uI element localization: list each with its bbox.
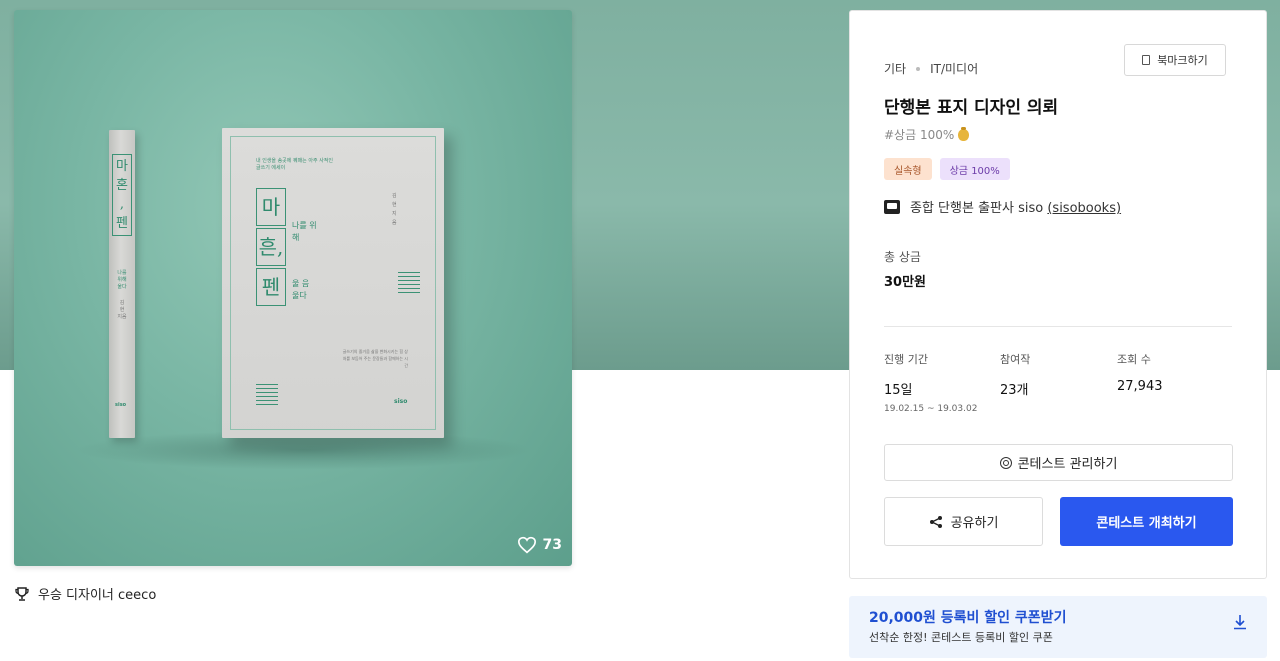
host-avatar-icon xyxy=(884,199,900,214)
hashtag-text: #상금 100% xyxy=(884,128,955,142)
contest-info-panel: 기타 IT/미디어 북마크하기 단행본 표지 디자인 의뢰 #상금 100% 실… xyxy=(849,10,1267,579)
bookmark-label: 북마크하기 xyxy=(1157,54,1208,67)
bookmark-button[interactable]: 북마크하기 xyxy=(1124,44,1226,76)
total-prize-label: 총 상금 xyxy=(884,250,921,264)
download-icon[interactable] xyxy=(1233,614,1247,630)
share-icon xyxy=(929,515,942,528)
divider xyxy=(884,326,1232,327)
host-name: 종합 단행본 출판사 siso xyxy=(910,201,1044,216)
cover-lines-decoration xyxy=(398,272,420,296)
manage-contest-label: 콘테스트 관리하기 xyxy=(1017,457,1118,472)
cover-title-line1: 마 xyxy=(256,188,286,226)
gear-icon xyxy=(999,456,1012,469)
host-info: 종합 단행본 출판사 siso (sisobooks) xyxy=(884,197,1121,216)
breadcrumb-separator xyxy=(916,66,921,71)
coupon-subtitle: 선착순 한정! 콘테스트 등록비 할인 쿠폰 xyxy=(869,631,1053,644)
spine-title: 마 혼 , 펜 xyxy=(112,154,132,236)
stat-entries: 참여작 23개 xyxy=(1000,351,1030,398)
cover-logo: siso xyxy=(394,398,408,405)
winner-text: 우승 디자이너 ceeco xyxy=(38,588,157,603)
cover-title: 마 흔, 펜 xyxy=(256,188,286,308)
share-button[interactable]: 공유하기 xyxy=(884,497,1043,546)
period-value: 15일 xyxy=(884,383,913,398)
contest-title: 단행본 표지 디자인 의뢰 xyxy=(884,98,1059,118)
tag-prize-guarantee: 상금 100% xyxy=(939,158,1010,180)
cover-title-line3: 펜 xyxy=(256,268,286,306)
cover-blurb: 글쓰기의 즐거움 삶을 변화시키는 힘 상처를 보듬어 주는 문장들과 함께하는… xyxy=(342,349,408,368)
host-handle-link[interactable]: (sisobooks) xyxy=(1047,201,1121,216)
spine-logo: siso xyxy=(115,402,127,408)
entries-value: 23개 xyxy=(1000,383,1029,398)
manage-contest-button[interactable]: 콘테스트 관리하기 xyxy=(884,444,1233,481)
cover-author: 김 현 지음 xyxy=(392,193,397,226)
contest-tags: 실속형 상금 100% xyxy=(884,158,1010,180)
trophy-icon xyxy=(15,586,29,601)
heart-icon xyxy=(517,536,536,554)
book-front-cover: 내 인생을 송곳에 꿰매는 아주 사적인 글쓰기 에세이 마 흔, 펜 나를 위… xyxy=(222,128,444,438)
like-button[interactable]: 73 xyxy=(517,536,562,554)
winner-info: 우승 디자이너 ceeco xyxy=(14,584,156,603)
host-contest-button[interactable]: 콘테스트 개최하기 xyxy=(1060,497,1233,546)
bookmark-icon xyxy=(1142,55,1151,65)
book-spine: 마 혼 , 펜 나를 위해 울다 김 현 지음 siso xyxy=(109,130,135,438)
stat-period: 진행 기간 15일 19.02.15 ~ 19.03.02 xyxy=(884,351,977,414)
cover-side-text: 나를 위해 xyxy=(292,221,317,242)
contest-cover-image[interactable]: 마 혼 , 펜 나를 위해 울다 김 현 지음 siso 내 인생을 송곳에 꿰… xyxy=(14,10,572,566)
coupon-banner[interactable]: 20,000원 등록비 할인 쿠폰받기 선착순 한정! 콘테스트 등록비 할인 … xyxy=(849,596,1267,658)
breadcrumb-subcategory[interactable]: IT/미디어 xyxy=(930,60,978,77)
stat-views: 조회 수 27,943 xyxy=(1117,351,1163,394)
cover-lines-decoration-2 xyxy=(256,384,278,408)
views-label: 조회 수 xyxy=(1117,353,1151,366)
total-prize-value: 30만원 xyxy=(884,275,927,290)
spine-author: 김 현 지음 xyxy=(117,300,127,320)
share-label: 공유하기 xyxy=(950,516,999,531)
cover-title-line2: 흔, xyxy=(256,228,286,266)
cover-side-text-2: 울 음 울다 xyxy=(292,279,310,300)
cover-subtitle: 내 인생을 송곳에 꿰매는 아주 사적인 글쓰기 에세이 xyxy=(256,158,333,171)
breadcrumb-category[interactable]: 기타 xyxy=(884,60,906,77)
views-value: 27,943 xyxy=(1117,379,1163,394)
tag-value-type: 실속형 xyxy=(884,158,932,180)
breadcrumb: 기타 IT/미디어 xyxy=(884,60,978,77)
period-label: 진행 기간 xyxy=(884,353,928,366)
like-count: 73 xyxy=(542,537,562,553)
coupon-title: 20,000원 등록비 할인 쿠폰받기 xyxy=(869,610,1067,626)
prize-hashtag: #상금 100% xyxy=(884,126,970,143)
period-range: 19.02.15 ~ 19.03.02 xyxy=(884,404,978,414)
moneybag-icon xyxy=(958,126,970,141)
entries-label: 참여작 xyxy=(1000,353,1031,366)
